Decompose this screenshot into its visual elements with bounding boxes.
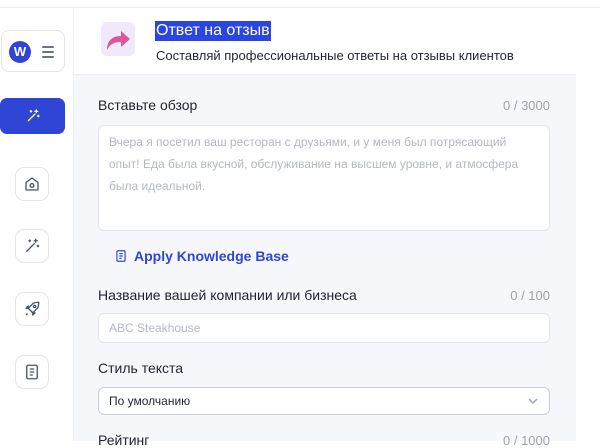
sidebar: W xyxy=(0,8,74,441)
sidebar-item-review-reply[interactable] xyxy=(0,98,65,134)
page-header: Ответ на отзыв Составляй профессиональны… xyxy=(74,8,576,75)
text-style-select[interactable]: По умолчанию xyxy=(98,387,550,415)
top-bar xyxy=(0,0,600,8)
sidebar-item-magic[interactable] xyxy=(15,229,49,263)
text-style-value: По умолчанию xyxy=(109,394,191,408)
menu-icon[interactable] xyxy=(42,46,54,61)
sidebar-item-documents[interactable] xyxy=(15,355,49,389)
style-label: Стиль текста xyxy=(98,360,184,376)
document-icon xyxy=(26,364,38,380)
reply-arrow-icon xyxy=(101,22,135,56)
review-form: Вставьте обзор 0 / 3000 Вчера я посетил … xyxy=(74,75,576,448)
apply-knowledge-base-label: Apply Knowledge Base xyxy=(134,248,289,264)
brand-switcher[interactable]: W xyxy=(1,30,65,72)
company-name-input[interactable]: ABC Steakhouse xyxy=(98,313,550,343)
rating-label: Рейтинг xyxy=(98,432,150,448)
company-counter: 0 / 100 xyxy=(510,288,550,303)
rocket-icon xyxy=(25,301,40,316)
company-label: Название вашей компании или бизнеса xyxy=(98,287,357,303)
sidebar-item-launch[interactable] xyxy=(15,292,49,326)
review-counter: 0 / 3000 xyxy=(503,98,550,113)
sidebar-item-home[interactable] xyxy=(15,167,49,201)
right-gutter xyxy=(576,8,600,441)
chevron-down-icon xyxy=(528,398,538,405)
review-textarea[interactable]: Вчера я посетил ваш ресторан с друзьями,… xyxy=(98,125,550,231)
book-icon xyxy=(116,250,126,262)
home-icon xyxy=(25,177,39,191)
magic-wand-icon xyxy=(26,238,40,252)
brand-logo: W xyxy=(9,41,31,63)
review-label: Вставьте обзор xyxy=(98,97,198,113)
page-subtitle: Составляй профессиональные ответы на отз… xyxy=(156,48,514,63)
page-title: Ответ на отзыв xyxy=(155,21,271,41)
apply-knowledge-base-link[interactable]: Apply Knowledge Base xyxy=(114,248,289,264)
magic-wand-icon xyxy=(27,109,40,122)
